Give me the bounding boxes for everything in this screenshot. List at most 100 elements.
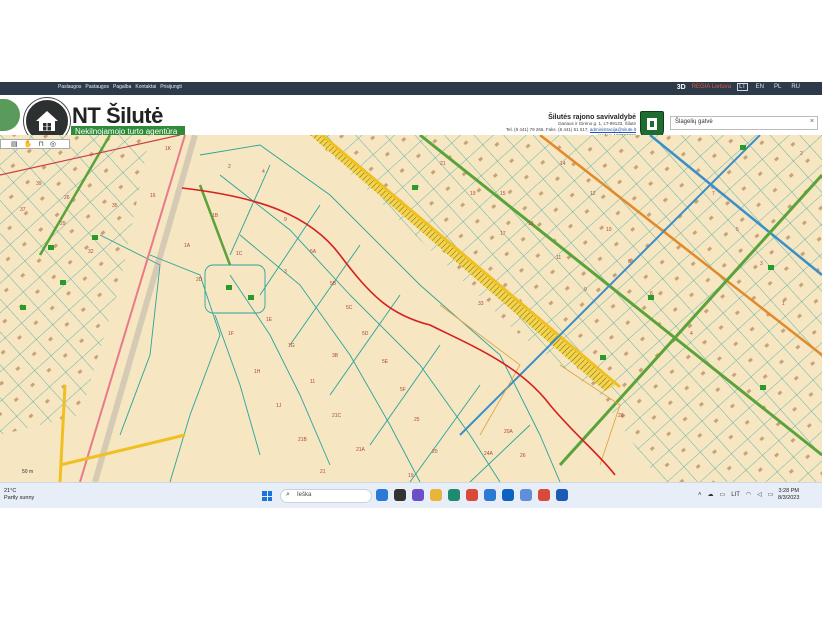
parcel-label: 3B xyxy=(332,353,339,359)
top-navigation-bar: Paslaugos Pastaugos Pagalba Kontaktai Pr… xyxy=(0,82,822,95)
lang-pl[interactable]: PL xyxy=(772,83,783,91)
clear-search-icon[interactable]: × xyxy=(810,118,814,125)
parcel-label: 12 xyxy=(590,191,596,197)
parcel-label: 1F xyxy=(228,331,234,337)
parcel-label: 11 xyxy=(556,255,561,261)
parcel-label: 24A xyxy=(484,451,494,457)
nav-link-4[interactable]: Prisijungti xyxy=(160,84,182,90)
temperature: 21°C xyxy=(4,488,17,494)
windows-start-icon[interactable] xyxy=(262,491,272,501)
layers-icon[interactable]: ▤ xyxy=(11,140,18,148)
parcel-label: 16 xyxy=(150,193,156,199)
parcel-label: 1K xyxy=(165,146,172,152)
wifi-icon[interactable]: ◠ xyxy=(746,491,751,498)
map-toolbar: ▤ ✋ ⊓ ◎ xyxy=(0,139,70,149)
monitor-icon[interactable]: ▭ xyxy=(720,491,726,498)
parcel-label: 5E xyxy=(382,359,389,365)
parcel-label: 21A xyxy=(356,447,366,453)
edge-icon[interactable] xyxy=(448,489,460,501)
parcel-label: 2 xyxy=(228,164,231,170)
municipality-name: Šilutės rajono savivaldybė xyxy=(548,114,636,121)
clock[interactable]: 3:28 PM 8/3/2023 xyxy=(778,488,799,502)
regia-link[interactable]: REGIA Lietuva xyxy=(692,84,731,90)
parcel-label: 3 xyxy=(284,269,287,275)
search-placeholder: Ieška xyxy=(297,492,312,498)
lang-lt[interactable]: LT xyxy=(737,83,748,91)
parcel-label: 9 xyxy=(584,287,587,293)
store-icon[interactable] xyxy=(484,489,496,501)
pan-icon[interactable]: ✋ xyxy=(24,140,33,148)
parcel-label: 21 xyxy=(440,161,446,167)
cadastral-map[interactable]: 1K 2 4 1B 9 1C 5A 3 1A 2D 5B 5C 1F 1E 1G… xyxy=(0,135,822,482)
parcel-label: 15 xyxy=(500,191,506,197)
parcel-label: 37 xyxy=(20,207,26,213)
side-logo-fragment xyxy=(0,99,20,131)
residential-block-west xyxy=(0,135,150,435)
map-scale-bar: 50 m xyxy=(22,469,34,475)
parcel-label: 29 xyxy=(60,221,66,227)
parcel-label: 10 xyxy=(606,227,612,233)
road-yellow-south xyxy=(59,433,186,467)
teams-icon[interactable] xyxy=(412,489,424,501)
address-search-input[interactable]: Šlagelių gatvė × xyxy=(670,116,818,130)
nav-link-3[interactable]: Kontaktai xyxy=(135,84,156,90)
parcel-label: 26 xyxy=(618,413,624,419)
parcel-label: 5 xyxy=(736,227,739,233)
input-language[interactable]: LIT xyxy=(731,492,740,498)
parcel-label: 19 xyxy=(470,191,476,197)
email-link[interactable]: administracija@silute.lt xyxy=(590,127,636,132)
chrome-profile-icon[interactable] xyxy=(538,489,550,501)
site-header: NT Šilutė Nekilnojamojo turto agentūra Š… xyxy=(0,95,822,144)
parcel-label: 39 xyxy=(36,181,42,187)
parcel-label: 25 xyxy=(414,417,420,423)
task-view-icon[interactable] xyxy=(394,489,406,501)
file-explorer-icon[interactable] xyxy=(430,489,442,501)
cloud-icon[interactable]: ☁ xyxy=(708,491,714,498)
parcel-label: 26 xyxy=(520,453,526,459)
parcel-label: 20 xyxy=(432,449,438,455)
lang-en[interactable]: EN xyxy=(754,83,766,91)
parcel-label: 8 xyxy=(628,259,631,265)
parcel-label: 13 xyxy=(528,221,534,227)
parcel-label: 5A xyxy=(310,249,317,255)
taskbar-search-input[interactable]: ⌕ Ieška xyxy=(280,489,372,503)
parcel-label: 21B xyxy=(298,437,308,443)
parcel-label: 4 xyxy=(262,169,265,175)
search-value: Šlagelių gatvė xyxy=(675,119,713,125)
chrome-icon[interactable] xyxy=(466,489,478,501)
parcel-label: 7 xyxy=(712,191,715,197)
parcel-label: 1H xyxy=(254,369,261,375)
outlook-icon[interactable] xyxy=(502,489,514,501)
chevron-up-icon[interactable]: ˄ xyxy=(698,492,702,498)
parcel-label: 20A xyxy=(504,429,514,435)
road-green-center xyxy=(198,184,232,266)
parcel-label: 9 xyxy=(284,217,287,223)
lang-ru[interactable]: RU xyxy=(789,83,802,91)
parcel-label: 1C xyxy=(236,251,243,257)
parcel-label: 2 xyxy=(800,151,803,157)
parcel-label: 1E xyxy=(266,317,273,323)
date: 8/3/2023 xyxy=(778,495,800,501)
app-icon[interactable] xyxy=(520,489,532,501)
3d-toggle[interactable]: 3D xyxy=(677,84,686,91)
system-tray: ˄ ☁ ▭ LIT ◠ ◁ ▭ xyxy=(698,491,774,499)
battery-icon[interactable]: ▭ xyxy=(768,491,774,498)
parcel-label: 1J xyxy=(276,403,282,409)
nav-link-0[interactable]: Paslaugos xyxy=(58,84,81,90)
taskbar-apps xyxy=(376,489,568,501)
parcel-label: 5F xyxy=(400,387,406,393)
time: 3:28 PM xyxy=(778,488,799,494)
search-icon: ⌕ xyxy=(286,491,290,498)
parcel-label: 33 xyxy=(478,301,484,307)
locate-icon[interactable]: ◎ xyxy=(50,140,56,148)
map-canvas[interactable]: 1K 2 4 1B 9 1C 5A 3 1A 2D 5B 5C 1F 1E 1G… xyxy=(0,135,822,482)
word-icon[interactable] xyxy=(556,489,568,501)
measure-icon[interactable]: ⊓ xyxy=(38,140,43,148)
parcel-label: 35 xyxy=(112,203,118,209)
contacts-text: Tel. (8 441) 79 266, Faks. (8 441) 51 51… xyxy=(505,127,589,132)
weather-widget[interactable]: 21°C Partly sunny xyxy=(4,488,34,502)
volume-icon[interactable]: ◁ xyxy=(757,491,762,498)
widgets-icon[interactable] xyxy=(376,489,388,501)
nav-link-2[interactable]: Pagalba xyxy=(113,84,131,90)
nav-link-1[interactable]: Pastaugos xyxy=(85,84,109,90)
